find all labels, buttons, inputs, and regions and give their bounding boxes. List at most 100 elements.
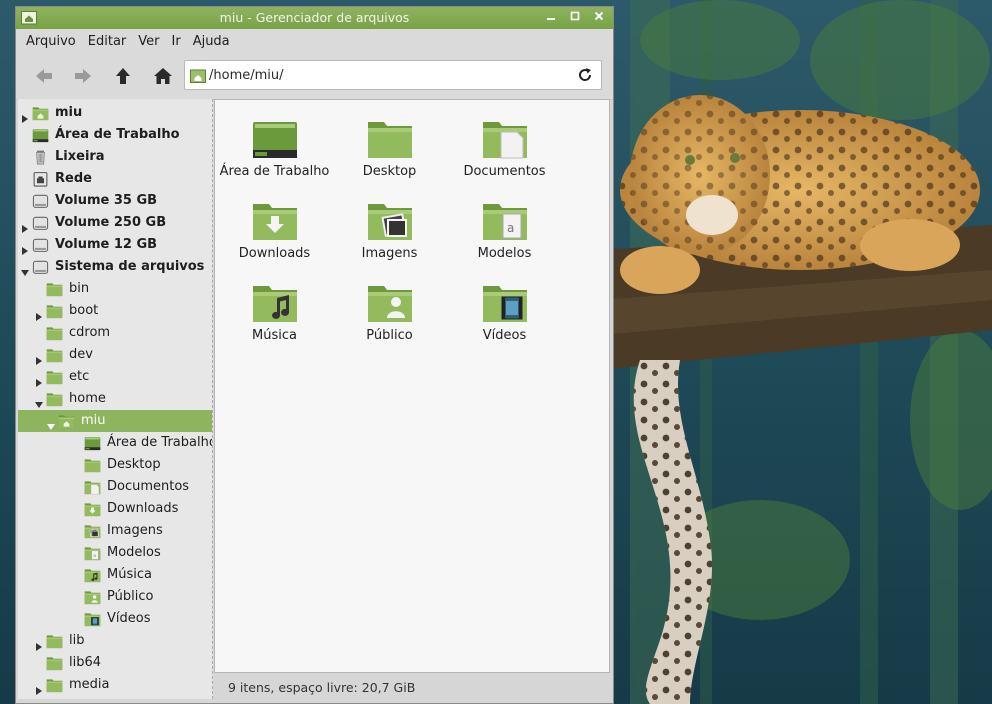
close-icon bbox=[594, 11, 604, 21]
sidebar-item-área-de-trabalho[interactable]: Área de Trabalho bbox=[18, 432, 212, 454]
sidebar-item-label: miu bbox=[81, 413, 106, 428]
minimize-button[interactable] bbox=[542, 10, 560, 26]
sidebar-item-label: boot bbox=[69, 303, 99, 318]
sidebar-item-miu[interactable]: miu bbox=[18, 410, 212, 432]
folder-music-icon bbox=[84, 567, 101, 583]
sidebar-item-label: media bbox=[69, 677, 110, 692]
menu-ajuda[interactable]: Ajuda bbox=[188, 34, 235, 49]
sidebar-item-volume-12-gb[interactable]: Volume 12 GB bbox=[18, 234, 212, 256]
sidebar-item-boot[interactable]: boot bbox=[18, 300, 212, 322]
sidebar-item-rede[interactable]: Rede bbox=[18, 168, 212, 190]
sidebar-item-volume-35-gb[interactable]: Volume 35 GB bbox=[18, 190, 212, 212]
arrow-up-icon bbox=[116, 68, 130, 84]
file-item-público[interactable]: Público bbox=[332, 268, 447, 346]
sidebar-item-media[interactable]: media bbox=[18, 674, 212, 696]
sidebar-tree[interactable]: miu Área de Trabalho Lixeira Rede Volume… bbox=[18, 99, 213, 699]
svg-text:a: a bbox=[93, 554, 96, 559]
file-item-música[interactable]: Música bbox=[217, 268, 332, 346]
sidebar-item-modelos[interactable]: a Modelos bbox=[18, 542, 212, 564]
sidebar-item-label: Imagens bbox=[107, 523, 163, 538]
file-item-downloads[interactable]: Downloads bbox=[217, 186, 332, 264]
expander-right-icon[interactable] bbox=[35, 637, 43, 651]
home-icon bbox=[154, 68, 172, 84]
status-bar: 9 itens, espaço livre: 20,7 GiB bbox=[228, 680, 416, 695]
sidebar-item-desktop[interactable]: Desktop bbox=[18, 454, 212, 476]
minimize-icon bbox=[547, 18, 555, 20]
folder-public-icon bbox=[366, 280, 414, 324]
file-item-label: Público bbox=[366, 328, 413, 343]
menu-ir[interactable]: Ir bbox=[167, 34, 186, 49]
folder-icon bbox=[84, 457, 101, 473]
sidebar-item-bin[interactable]: bin bbox=[18, 278, 212, 300]
titlebar[interactable]: miu - Gerenciador de arquivos bbox=[16, 7, 613, 29]
folder-videos-icon bbox=[84, 611, 101, 627]
sidebar-item-label: Volume 250 GB bbox=[55, 215, 167, 230]
menu-ver[interactable]: Ver bbox=[133, 34, 164, 49]
reload-icon[interactable] bbox=[577, 67, 593, 83]
expander-down-icon[interactable] bbox=[21, 263, 29, 276]
sidebar-item-lixeira[interactable]: Lixeira bbox=[18, 146, 212, 168]
sidebar-item-label: Lixeira bbox=[55, 149, 105, 164]
sidebar-item-downloads[interactable]: Downloads bbox=[18, 498, 212, 520]
file-item-vídeos[interactable]: Vídeos bbox=[447, 268, 562, 346]
sidebar-item-label: Vídeos bbox=[107, 611, 151, 626]
sidebar-item-imagens[interactable]: Imagens bbox=[18, 520, 212, 542]
folder-templates-icon: a bbox=[481, 198, 529, 242]
forward-button[interactable] bbox=[69, 62, 97, 90]
file-item-imagens[interactable]: Imagens bbox=[332, 186, 447, 264]
sidebar-item-área-de-trabalho[interactable]: Área de Trabalho bbox=[18, 124, 212, 146]
expander-right-icon[interactable] bbox=[35, 373, 43, 387]
folder-icon bbox=[46, 677, 63, 693]
folder-icon bbox=[46, 633, 63, 649]
file-item-label: Imagens bbox=[361, 246, 418, 261]
sidebar-item-documentos[interactable]: Documentos bbox=[18, 476, 212, 498]
file-item-desktop[interactable]: Desktop bbox=[332, 104, 447, 182]
file-icon-view[interactable]: Área de Trabalho Desktop Documentos Down… bbox=[214, 99, 610, 673]
menu-editar[interactable]: Editar bbox=[83, 34, 132, 49]
expander-right-icon[interactable] bbox=[21, 109, 29, 123]
sidebar-item-cdrom[interactable]: cdrom bbox=[18, 322, 212, 344]
maximize-button[interactable] bbox=[566, 10, 584, 26]
sidebar-item-público[interactable]: Público bbox=[18, 586, 212, 608]
home-folder-icon bbox=[32, 105, 49, 121]
location-input[interactable] bbox=[209, 65, 569, 85]
sidebar-item-home[interactable]: home bbox=[18, 388, 212, 410]
file-item-modelos[interactable]: a Modelos bbox=[447, 186, 562, 264]
folder-icon bbox=[46, 391, 63, 407]
sidebar-item-label: Sistema de arquivos bbox=[55, 259, 205, 274]
sidebar-item-miu[interactable]: miu bbox=[18, 102, 212, 124]
sidebar-item-etc[interactable]: etc bbox=[18, 366, 212, 388]
expander-right-icon[interactable] bbox=[21, 241, 29, 255]
drive-icon bbox=[32, 193, 49, 209]
menu-arquivo[interactable]: Arquivo bbox=[21, 34, 81, 49]
back-button[interactable] bbox=[30, 62, 58, 90]
folder-documents-icon bbox=[84, 479, 101, 495]
file-item-documentos[interactable]: Documentos bbox=[447, 104, 562, 182]
drive-icon bbox=[32, 215, 49, 231]
sidebar-item-sistema-de-arquivos[interactable]: Sistema de arquivos bbox=[18, 256, 212, 278]
home-folder-icon bbox=[190, 69, 206, 83]
sidebar-item-label: cdrom bbox=[69, 325, 111, 340]
sidebar-item-label: bin bbox=[69, 281, 90, 296]
sidebar-item-label: miu bbox=[55, 105, 83, 120]
sidebar-item-vídeos[interactable]: Vídeos bbox=[18, 608, 212, 630]
file-item-área-de-trabalho[interactable]: Área de Trabalho bbox=[217, 104, 332, 182]
folder-icon bbox=[46, 369, 63, 385]
expander-right-icon[interactable] bbox=[21, 219, 29, 233]
sidebar-item-label: lib64 bbox=[69, 655, 102, 670]
sidebar-item-lib64[interactable]: lib64 bbox=[18, 652, 212, 674]
sidebar-item-música[interactable]: Música bbox=[18, 564, 212, 586]
sidebar-item-label: Rede bbox=[55, 171, 92, 186]
sidebar-item-lib[interactable]: lib bbox=[18, 630, 212, 652]
expander-down-icon[interactable] bbox=[47, 417, 55, 430]
home-button[interactable] bbox=[149, 62, 177, 90]
expander-right-icon[interactable] bbox=[35, 307, 43, 321]
up-button[interactable] bbox=[109, 62, 137, 90]
sidebar-item-dev[interactable]: dev bbox=[18, 344, 212, 366]
close-button[interactable] bbox=[590, 10, 608, 26]
expander-right-icon[interactable] bbox=[35, 681, 43, 695]
expander-right-icon[interactable] bbox=[35, 351, 43, 365]
sidebar-item-label: Downloads bbox=[107, 501, 179, 516]
expander-down-icon[interactable] bbox=[35, 395, 43, 408]
sidebar-item-volume-250-gb[interactable]: Volume 250 GB bbox=[18, 212, 212, 234]
